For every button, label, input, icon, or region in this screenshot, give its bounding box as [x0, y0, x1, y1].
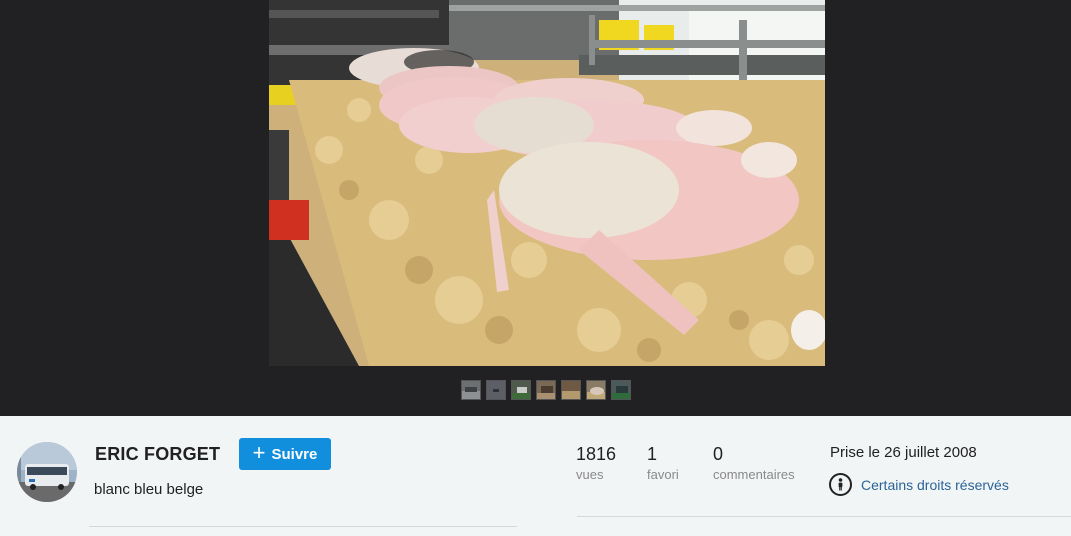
license-label: Certains droits réservés	[861, 476, 1009, 493]
photo-info-panel: ERIC FORGET + Suivre blanc bleu belge 18…	[0, 416, 1071, 536]
license-link[interactable]: Certains droits réservés	[829, 473, 1009, 496]
author-name[interactable]: ERIC FORGET	[95, 444, 220, 465]
cattle-photo-image	[269, 0, 825, 366]
thumbnail-7[interactable]	[611, 380, 631, 400]
thumbnail-2[interactable]	[486, 380, 506, 400]
views-label: vues	[576, 467, 604, 482]
faves-label: favori	[647, 467, 679, 482]
views-count: 1816	[576, 444, 617, 464]
avatar[interactable]	[17, 442, 77, 502]
faves-count: 1	[647, 444, 658, 464]
photo-viewer	[0, 0, 1071, 416]
comments-label: commentaires	[713, 467, 795, 482]
comments-stat: 0 commentaires	[713, 444, 795, 482]
thumbnail-4[interactable]	[536, 380, 556, 400]
plus-icon: +	[252, 440, 266, 465]
thumbnail-1[interactable]	[461, 380, 481, 400]
date-taken[interactable]: Prise le 26 juillet 2008	[830, 444, 977, 461]
license-person-icon	[829, 473, 852, 496]
views-stat: 1816 vues	[576, 444, 616, 482]
follow-button[interactable]: + Suivre	[239, 438, 331, 470]
photo-title: blanc bleu belge	[94, 481, 204, 498]
divider	[89, 526, 517, 527]
thumbnail-3[interactable]	[511, 380, 531, 400]
main-photo[interactable]	[269, 0, 825, 366]
filmstrip	[461, 380, 631, 400]
faves-stat[interactable]: 1 favori	[647, 444, 679, 482]
follow-button-label: Suivre	[271, 445, 318, 463]
thumbnail-5[interactable]	[561, 380, 581, 400]
comments-count: 0	[713, 444, 724, 464]
divider	[577, 516, 1071, 517]
thumbnail-6[interactable]	[586, 380, 606, 400]
avatar-bus-image	[17, 442, 77, 502]
